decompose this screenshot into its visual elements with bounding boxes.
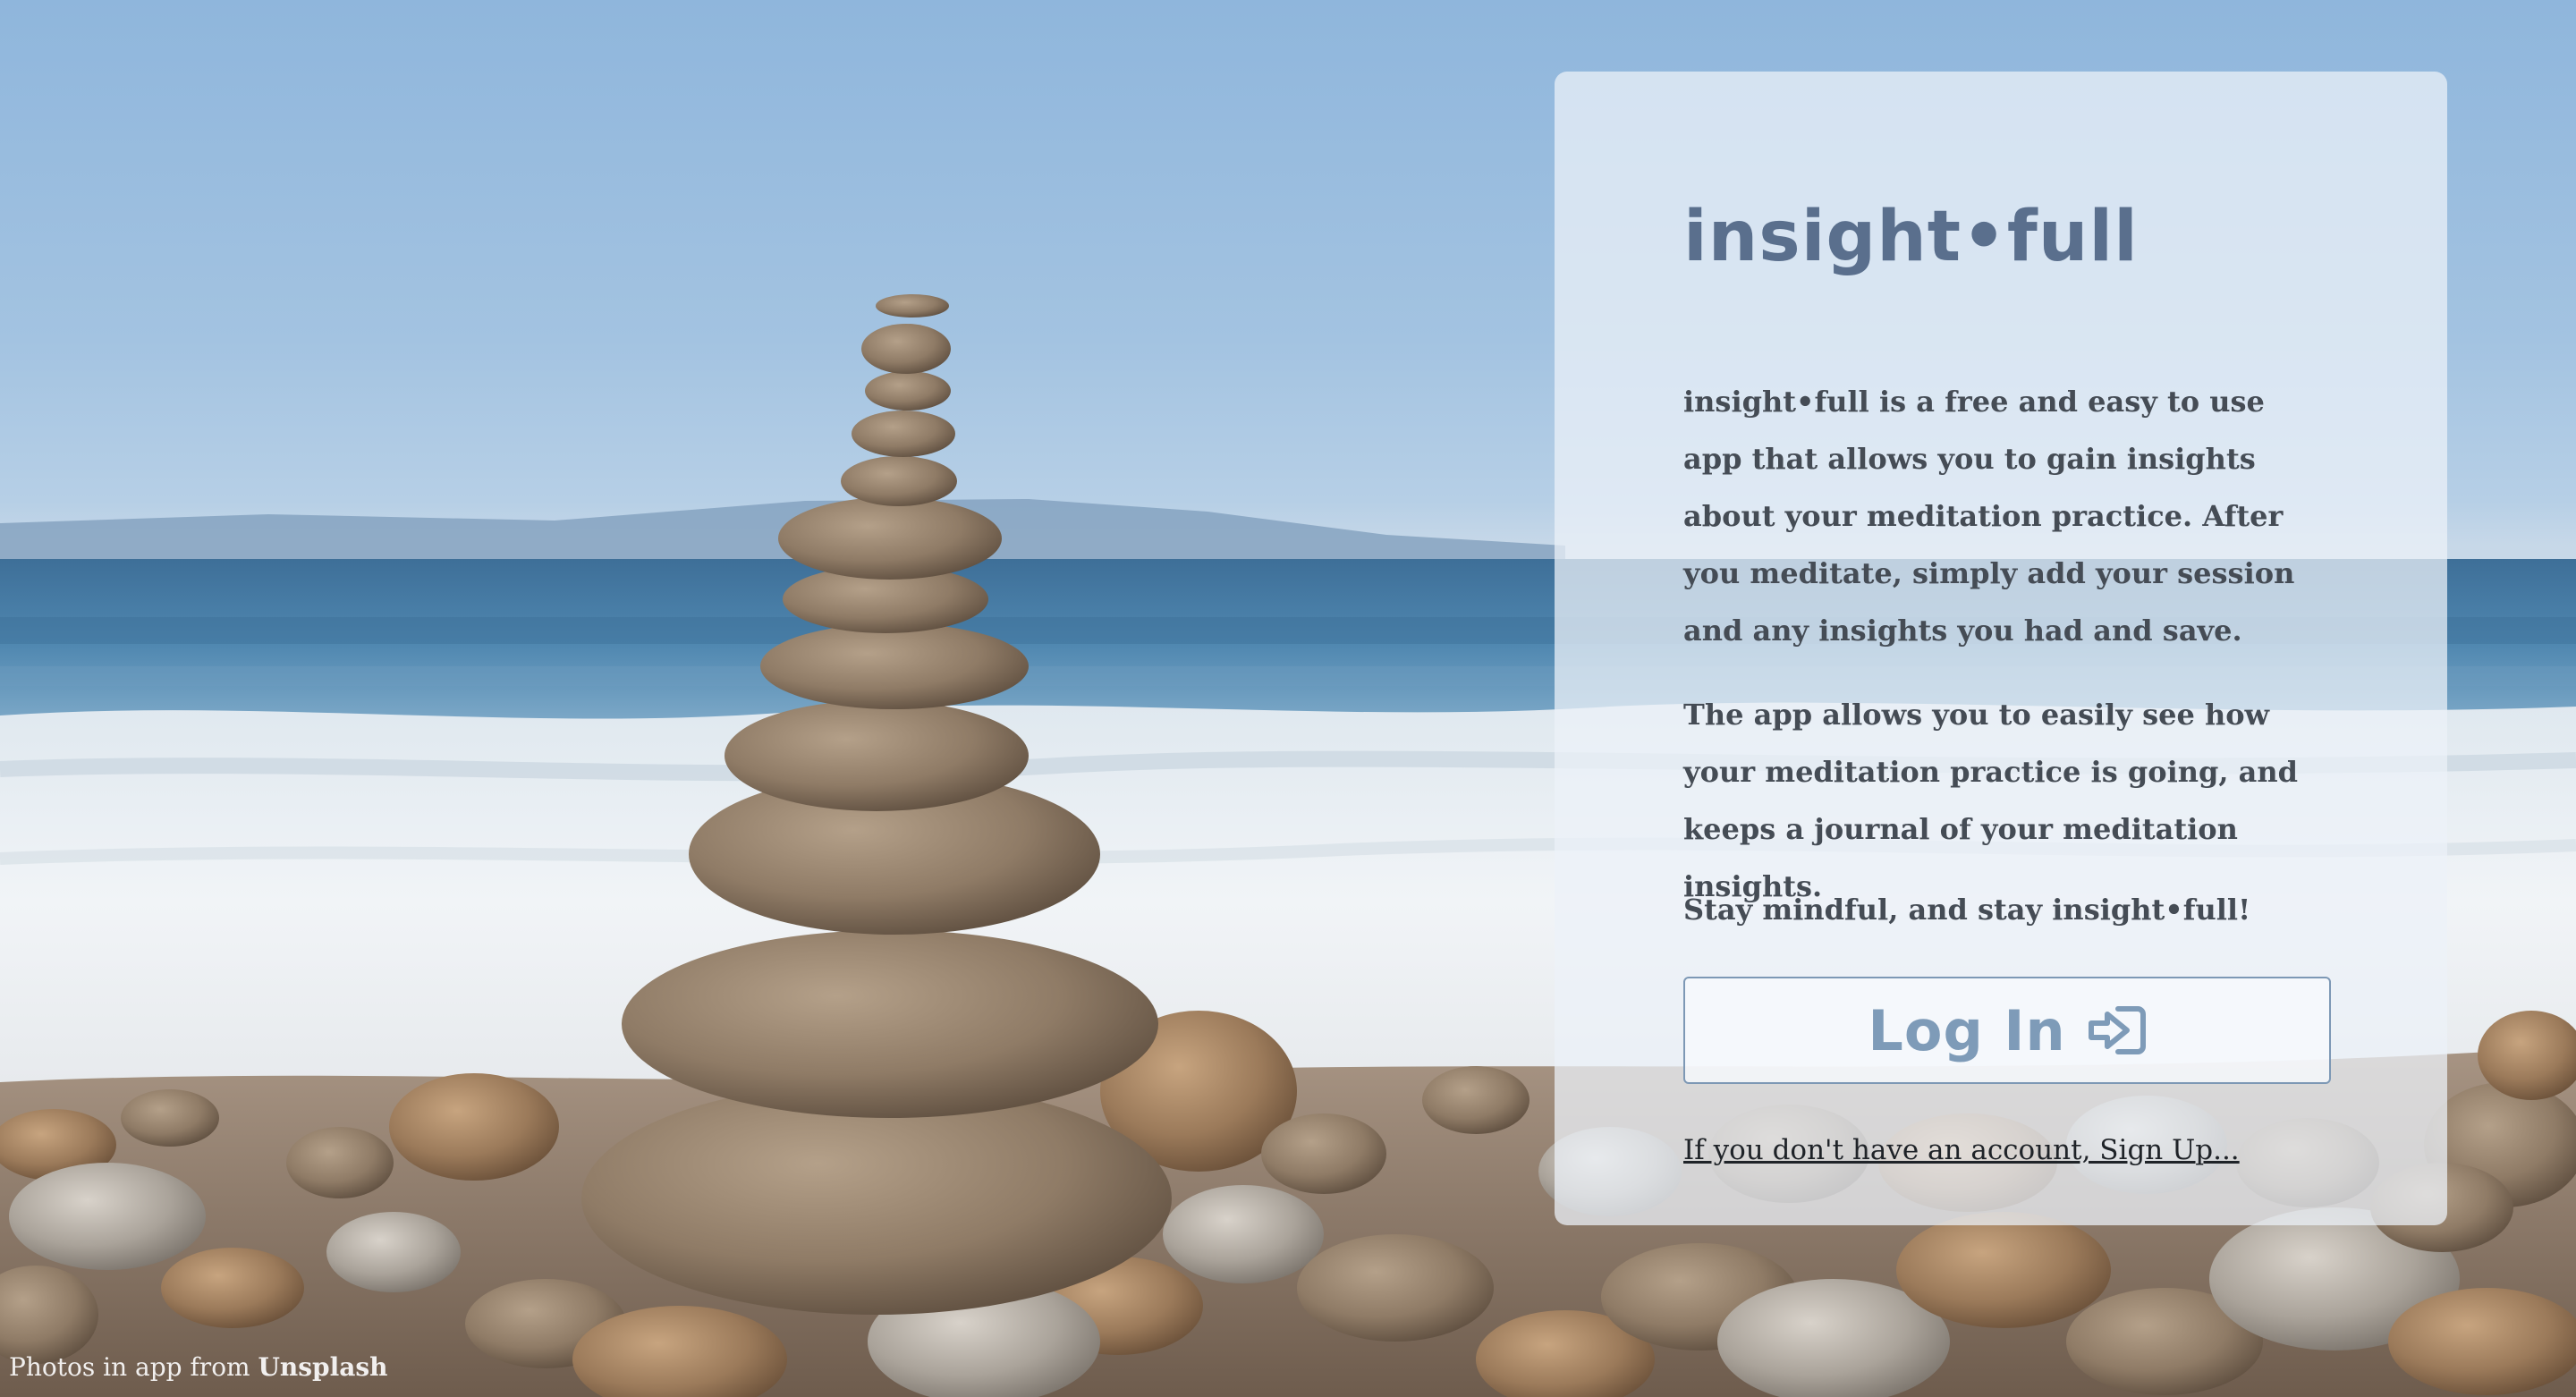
signup-link[interactable]: If you don't have an account, Sign Up... bbox=[1683, 1134, 2240, 1166]
login-button-label: Log In bbox=[1868, 997, 2066, 1063]
login-button[interactable]: Log In bbox=[1683, 977, 2331, 1084]
intro-paragraph-3: Stay mindful, and stay insight•full! bbox=[1683, 893, 2251, 927]
photo-credit-prefix: Photos in app from bbox=[9, 1352, 258, 1382]
login-panel: insight•full insight•full is a free and … bbox=[1555, 72, 2447, 1225]
intro-paragraph-1: insight•full is a free and easy to use a… bbox=[1683, 385, 2295, 648]
photo-credit: Photos in app from Unsplash bbox=[9, 1352, 388, 1382]
unsplash-link[interactable]: Unsplash bbox=[258, 1352, 388, 1382]
sign-in-icon bbox=[2086, 1003, 2147, 1057]
app-title: insight•full bbox=[1683, 197, 2139, 277]
